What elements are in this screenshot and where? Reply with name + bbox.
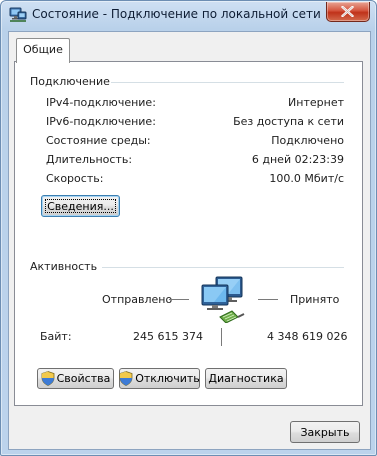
properties-button[interactable]: Свойства xyxy=(37,368,114,389)
ipv4-label: IPv4-подключение: xyxy=(46,96,156,109)
bytes-sent-value: 245 615 374 xyxy=(133,330,203,343)
sent-label: Отправлено xyxy=(102,293,173,306)
ipv6-label: IPv6-подключение: xyxy=(46,115,156,128)
sent-connector-line xyxy=(169,299,189,300)
speed-label: Скорость: xyxy=(46,172,104,185)
close-button[interactable]: Закрыть xyxy=(290,421,360,443)
tab-general-label: Общие xyxy=(23,43,63,56)
close-button-label: Закрыть xyxy=(300,425,350,439)
title-bar[interactable]: Состояние - Подключение по локальной сет… xyxy=(1,1,376,29)
diagnose-button-label: Диагностика xyxy=(208,372,284,385)
connection-group-title: Подключение xyxy=(30,75,110,88)
ipv4-value: Интернет xyxy=(288,96,344,109)
activity-group-title: Активность xyxy=(30,260,98,273)
tab-general[interactable]: Общие xyxy=(16,38,70,63)
duration-value: 6 дней 02:23:39 xyxy=(251,153,344,166)
disable-button-label: Отключить xyxy=(135,372,200,385)
received-label: Принято xyxy=(290,293,340,306)
dialog-client-area: Общие Подключение IPv4-подключение: Инте… xyxy=(8,31,371,450)
bytes-received-value: 4 348 619 026 xyxy=(267,330,348,343)
disable-button[interactable]: Отключить xyxy=(119,368,200,389)
connection-group-divider xyxy=(111,82,344,83)
activity-group-divider xyxy=(102,267,344,268)
network-status-icon xyxy=(9,7,27,23)
network-computers-icon xyxy=(198,273,248,324)
bytes-divider xyxy=(221,328,222,346)
uac-shield-icon xyxy=(41,371,55,386)
details-button[interactable]: Сведения... xyxy=(41,195,120,217)
close-icon xyxy=(341,6,354,17)
window-title: Состояние - Подключение по локальной сет… xyxy=(32,7,321,21)
close-window-button[interactable] xyxy=(326,2,370,22)
speed-value: 100.0 Мбит/с xyxy=(269,172,344,185)
ipv6-value: Без доступа к сети xyxy=(233,115,344,128)
dialog-window: Состояние - Подключение по локальной сет… xyxy=(0,0,377,456)
diagnose-button[interactable]: Диагностика xyxy=(205,368,287,389)
tab-panel-general: Подключение IPv4-подключение: Интернет I… xyxy=(14,61,363,406)
properties-button-label: Свойства xyxy=(56,372,111,385)
duration-label: Длительность: xyxy=(46,153,133,166)
media-state-value: Подключено xyxy=(271,134,344,147)
received-connector-line xyxy=(258,299,278,300)
bytes-label: Байт: xyxy=(40,330,72,343)
media-state-label: Состояние среды: xyxy=(46,134,151,147)
details-button-label: Сведения... xyxy=(47,199,114,213)
uac-shield-icon xyxy=(119,371,133,386)
